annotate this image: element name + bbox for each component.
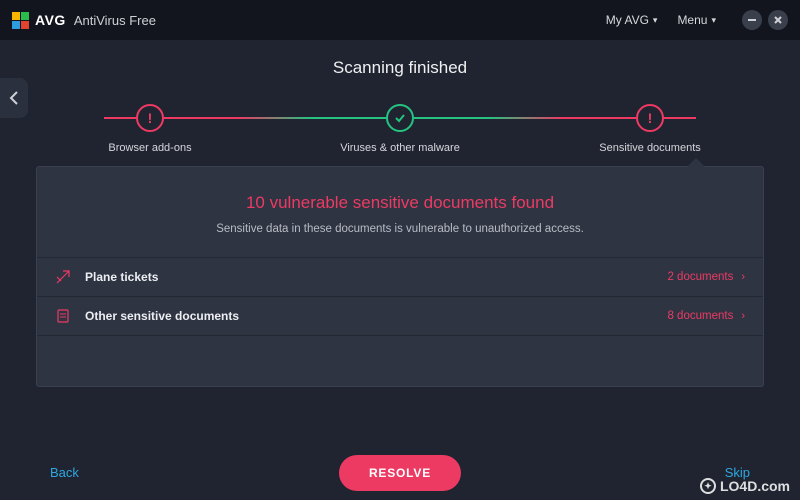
result-count: 8 documents bbox=[667, 310, 733, 322]
results-list: Plane tickets 2 documents › Other sensit… bbox=[37, 257, 763, 336]
globe-icon: ✦ bbox=[700, 478, 716, 494]
chevron-right-icon: › bbox=[741, 271, 745, 283]
results-subtitle: Sensitive data in these documents is vul… bbox=[37, 223, 763, 235]
footer: Back RESOLVE Skip bbox=[0, 465, 800, 480]
watermark: ✦ LO4D.com bbox=[700, 478, 790, 494]
app-logo: AVG AntiVirus Free bbox=[12, 12, 156, 29]
result-label: Plane tickets bbox=[85, 270, 158, 284]
close-button[interactable] bbox=[768, 10, 788, 30]
result-count: 2 documents bbox=[667, 271, 733, 283]
watermark-text: LO4D.com bbox=[720, 478, 790, 494]
back-link[interactable]: Back bbox=[50, 465, 79, 480]
plane-icon bbox=[55, 269, 71, 285]
menu-label: Menu bbox=[677, 13, 707, 27]
scan-stepper: ! Browser add-ons Viruses & other malwar… bbox=[90, 104, 710, 154]
results-panel: 10 vulnerable sensitive documents found … bbox=[36, 166, 764, 387]
product-name: AntiVirus Free bbox=[74, 13, 156, 28]
results-title: 10 vulnerable sensitive documents found bbox=[37, 193, 763, 213]
app-header: AVG AntiVirus Free My AVG ▾ Menu ▾ bbox=[0, 0, 800, 40]
avg-logo-icon bbox=[12, 12, 29, 29]
step-browser-addons: ! Browser add-ons bbox=[90, 104, 210, 154]
check-icon bbox=[386, 104, 414, 132]
step-label: Browser add-ons bbox=[108, 142, 191, 154]
my-avg-label: My AVG bbox=[606, 13, 649, 27]
result-row-plane-tickets[interactable]: Plane tickets 2 documents › bbox=[37, 257, 763, 296]
step-malware: Viruses & other malware bbox=[340, 104, 460, 154]
chevron-down-icon: ▾ bbox=[653, 15, 658, 26]
page-title: Scanning finished bbox=[0, 58, 800, 78]
my-avg-menu[interactable]: My AVG ▾ bbox=[606, 13, 658, 27]
step-label: Viruses & other malware bbox=[340, 142, 460, 154]
brand-name: AVG bbox=[35, 12, 66, 28]
step-sensitive-docs: ! Sensitive documents bbox=[590, 104, 710, 154]
main-menu[interactable]: Menu ▾ bbox=[677, 13, 716, 27]
chevron-right-icon: › bbox=[741, 310, 745, 322]
chevron-down-icon: ▾ bbox=[711, 15, 716, 26]
resolve-button[interactable]: RESOLVE bbox=[339, 455, 461, 491]
minimize-button[interactable] bbox=[742, 10, 762, 30]
document-icon bbox=[55, 308, 71, 324]
result-row-other-docs[interactable]: Other sensitive documents 8 documents › bbox=[37, 296, 763, 336]
step-label: Sensitive documents bbox=[599, 142, 701, 154]
chevron-left-icon bbox=[9, 91, 19, 105]
alert-icon: ! bbox=[136, 104, 164, 132]
nav-back-button[interactable] bbox=[0, 78, 28, 118]
result-label: Other sensitive documents bbox=[85, 309, 239, 323]
alert-icon: ! bbox=[636, 104, 664, 132]
